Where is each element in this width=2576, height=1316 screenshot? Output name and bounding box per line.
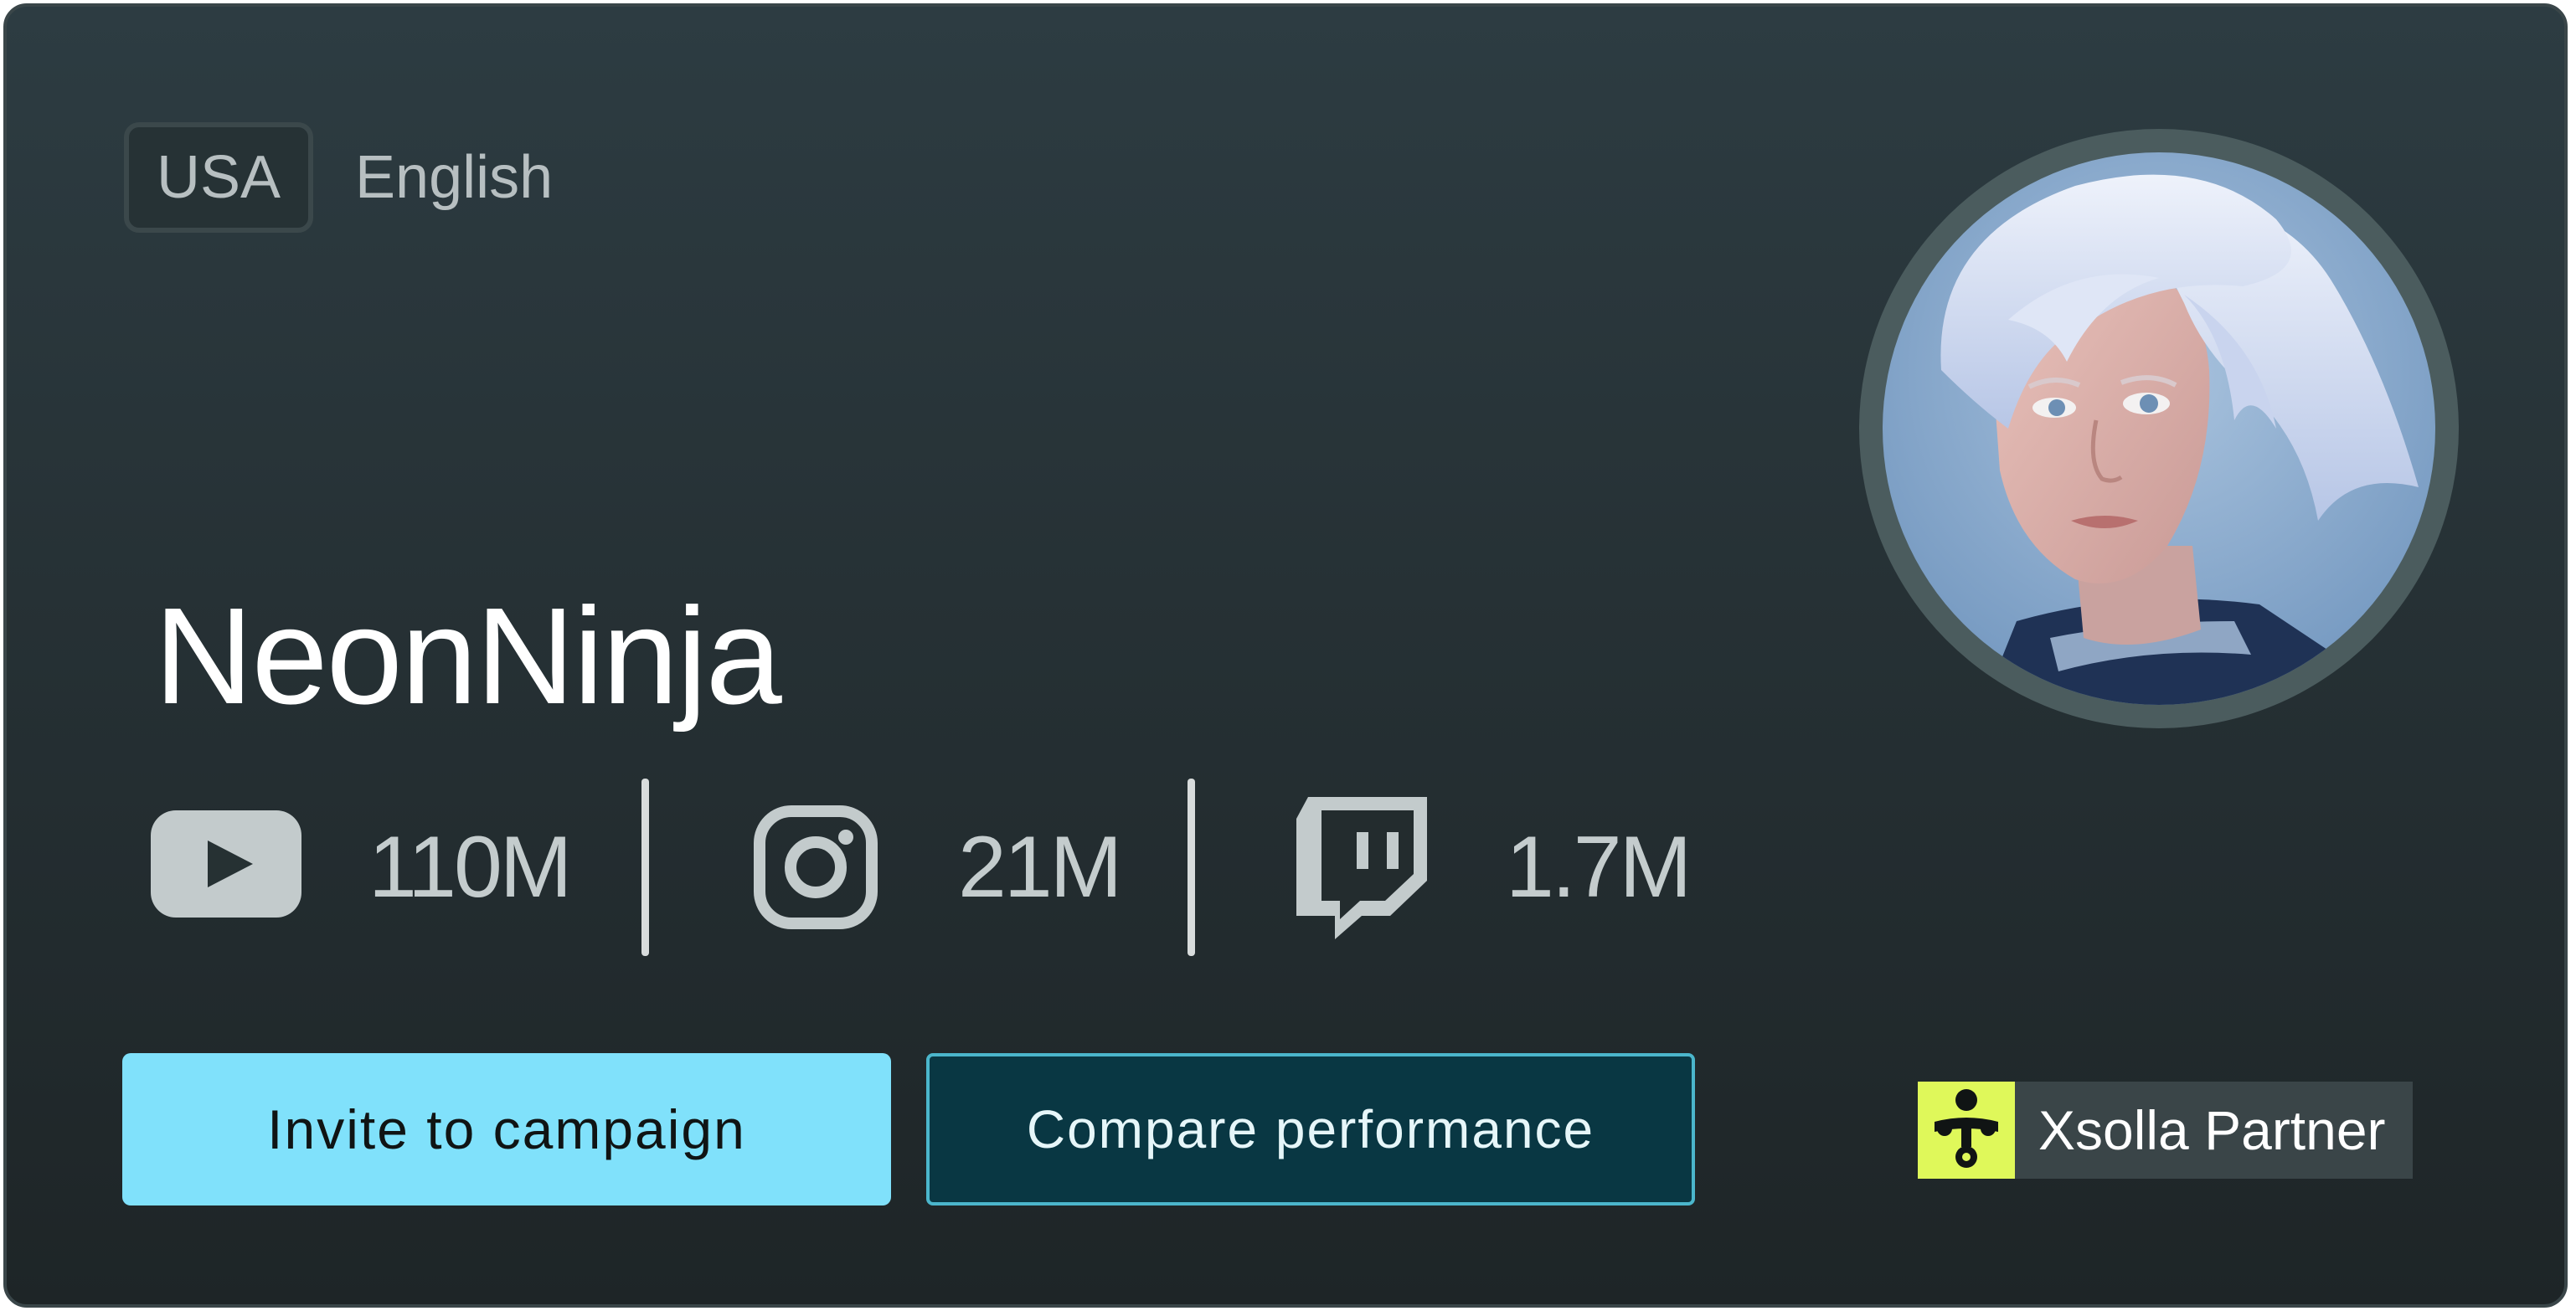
invite-to-campaign-button[interactable]: Invite to campaign (122, 1053, 891, 1205)
language-label: English (355, 144, 554, 211)
instagram-followers: 21M (958, 819, 1122, 916)
creator-card: USA English NeonNinja 110M 21M 1.7M Invi… (3, 3, 2568, 1308)
youtube-icon (151, 810, 301, 918)
compare-performance-button[interactable]: Compare performance (926, 1053, 1695, 1205)
xsolla-logo-icon (1918, 1082, 2015, 1179)
partner-label: Xsolla Partner (2015, 1082, 2413, 1179)
avatar-portrait (1883, 152, 2435, 705)
avatar (1883, 152, 2435, 705)
stat-divider (641, 779, 649, 956)
country-badge: USA (124, 122, 313, 233)
twitch-followers: 1.7M (1506, 819, 1692, 916)
youtube-followers: 110M (368, 819, 572, 916)
twitch-icon (1296, 797, 1427, 939)
partner-badge: Xsolla Partner (1918, 1082, 2413, 1179)
creator-name: NeonNinja (154, 579, 782, 733)
avatar-ring (1859, 129, 2459, 728)
stat-divider (1188, 779, 1195, 956)
instagram-icon (754, 805, 878, 929)
location-row: USA English (124, 121, 553, 234)
